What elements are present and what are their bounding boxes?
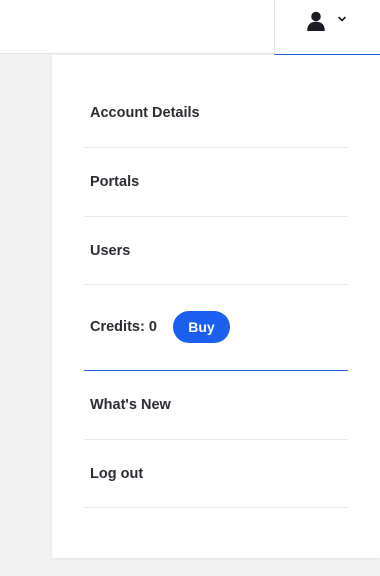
menu-item-label: Portals bbox=[90, 174, 140, 190]
credits-balance: Credits: 0 bbox=[90, 319, 157, 335]
account-menu-button[interactable] bbox=[274, 0, 380, 55]
menu-item-label: What's New bbox=[90, 397, 171, 413]
menu-item-whats-new[interactable]: What's New bbox=[84, 371, 348, 440]
menu-item-log-out[interactable]: Log out bbox=[84, 440, 348, 508]
user-icon bbox=[307, 11, 325, 31]
menu-item-portals[interactable]: Portals bbox=[84, 148, 348, 217]
buy-credits-button[interactable]: Buy bbox=[173, 311, 230, 343]
menu-item-label: Users bbox=[90, 242, 131, 259]
menu-item-label: Log out bbox=[90, 465, 144, 482]
menu-item-label: Account Details bbox=[90, 105, 200, 121]
chevron-down-icon bbox=[338, 16, 346, 22]
menu-item-users[interactable]: Users bbox=[84, 217, 348, 285]
account-dropdown-menu: Account Details Portals Users Credits: 0… bbox=[52, 55, 380, 558]
credits-row: Credits: 0 Buy bbox=[84, 284, 348, 371]
menu-item-account-details[interactable]: Account Details bbox=[84, 79, 348, 148]
